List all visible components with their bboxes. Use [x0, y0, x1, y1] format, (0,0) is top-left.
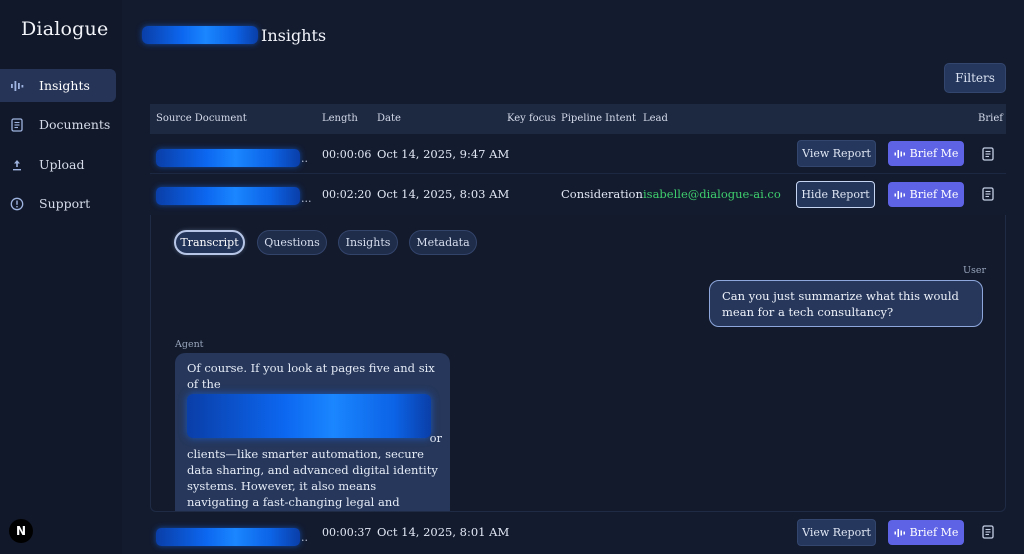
page-title: Insights [142, 24, 326, 46]
redacted-text [156, 187, 300, 205]
column-key-focus[interactable]: Key focus [507, 113, 556, 124]
table-row[interactable]: .. 00:00:06 Oct 14, 2025, 9:47 AM View R… [150, 134, 1006, 174]
document-icon[interactable] [981, 186, 995, 201]
length-cell: 00:02:20 [322, 188, 372, 201]
speaker-label-agent: Agent [175, 339, 204, 350]
sidebar: Dialogue Insights Documents Upload Suppo… [0, 0, 122, 554]
source-ellipsis: ... [301, 192, 312, 205]
tab-insights[interactable]: Insights [338, 230, 398, 255]
sidebar-item-support[interactable]: Support [0, 187, 116, 220]
length-cell: 00:00:37 [322, 526, 372, 539]
tab-transcript[interactable]: Transcript [174, 230, 245, 255]
brief-me-label: Brief Me [909, 188, 959, 201]
column-source-document[interactable]: Source Document [156, 113, 247, 124]
audio-bars-icon [894, 190, 905, 199]
nextjs-logo[interactable]: N [9, 519, 33, 543]
sidebar-item-insights[interactable]: Insights [0, 69, 116, 102]
column-date[interactable]: Date [377, 113, 401, 124]
agent-message-text: clients—like smarter automation, secure … [187, 447, 438, 509]
document-icon[interactable] [981, 524, 995, 539]
date-cell: Oct 14, 2025, 8:01 AM [377, 525, 510, 539]
date-cell: Oct 14, 2025, 9:47 AM [377, 147, 510, 161]
length-cell: 00:00:06 [322, 148, 372, 161]
redacted-text [156, 528, 300, 546]
agent-message: Of course. If you look at pages five and… [175, 353, 450, 511]
brief-me-button[interactable]: Brief Me [888, 141, 964, 166]
hide-report-button[interactable]: Hide Report [796, 181, 875, 208]
agent-message-text: or [429, 431, 442, 445]
date-cell: Oct 14, 2025, 8:03 AM [377, 187, 510, 201]
lead-email[interactable]: isabelle@dialogue-ai.co [643, 187, 781, 201]
column-pipeline-intent[interactable]: Pipeline Intent [561, 113, 636, 124]
redacted-text [156, 149, 300, 167]
column-length[interactable]: Length [322, 113, 358, 124]
table-row[interactable]: ... 00:02:20 Oct 14, 2025, 8:03 AM Consi… [150, 175, 1006, 215]
brief-me-label: Brief Me [909, 526, 959, 539]
sidebar-item-documents[interactable]: Documents [0, 108, 116, 141]
source-ellipsis: .. [301, 531, 308, 544]
audio-bars-icon [894, 149, 905, 158]
user-message: Can you just summarize what this would m… [709, 280, 983, 327]
sidebar-item-label: Support [39, 196, 91, 211]
sidebar-item-label: Upload [39, 157, 85, 172]
table-header: Source Document Length Date Key focus Pi… [150, 104, 1006, 134]
pipeline-intent-cell: Consideration [561, 187, 643, 201]
upload-icon [9, 157, 25, 173]
agent-message-text: Of course. If you look at pages five and… [187, 361, 435, 391]
app-brand: Dialogue [21, 18, 109, 40]
view-report-button[interactable]: View Report [797, 140, 876, 167]
source-ellipsis: .. [301, 152, 308, 165]
sidebar-item-label: Insights [39, 78, 90, 93]
brief-me-label: Brief Me [909, 147, 959, 160]
audio-bars-icon [9, 78, 25, 94]
filters-button[interactable]: Filters [944, 63, 1006, 93]
speaker-label-user: User [963, 265, 987, 276]
info-circle-icon [9, 196, 25, 212]
report-panel: Transcript Questions Insights Metadata U… [150, 215, 1006, 512]
document-icon [9, 117, 25, 133]
tab-metadata[interactable]: Metadata [409, 230, 477, 255]
tab-questions[interactable]: Questions [257, 230, 327, 255]
brief-me-button[interactable]: Brief Me [888, 520, 964, 545]
column-brief: Brief [978, 113, 1003, 124]
brief-me-button[interactable]: Brief Me [888, 182, 964, 207]
table-row[interactable]: .. 00:00:37 Oct 14, 2025, 8:01 AM View R… [150, 513, 1006, 553]
redacted-text [142, 26, 258, 44]
view-report-button[interactable]: View Report [797, 519, 876, 546]
page-title-text: Insights [261, 25, 327, 45]
document-icon[interactable] [981, 146, 995, 161]
sidebar-item-label: Documents [39, 117, 111, 132]
audio-bars-icon [894, 528, 905, 537]
sidebar-item-upload[interactable]: Upload [0, 148, 116, 181]
column-lead[interactable]: Lead [643, 113, 668, 124]
